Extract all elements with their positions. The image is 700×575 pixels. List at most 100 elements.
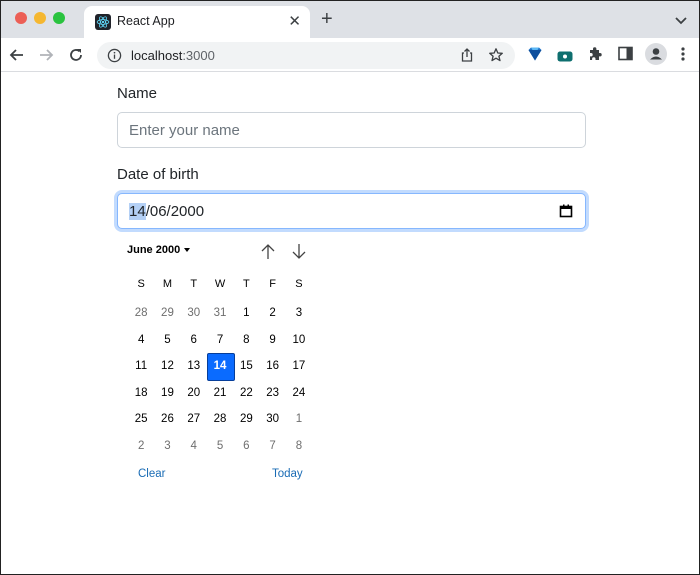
day-cell-selected[interactable]: 14 xyxy=(206,353,236,381)
day-number: 17 xyxy=(292,360,306,372)
day-cell[interactable]: 22 xyxy=(233,380,259,407)
today-button[interactable]: Today xyxy=(272,468,303,480)
day-number: 6 xyxy=(190,333,197,346)
day-cell[interactable]: 21 xyxy=(207,380,233,407)
day-cell[interactable]: 3 xyxy=(154,433,180,460)
day-cell[interactable]: 8 xyxy=(286,433,312,460)
tab-react-app[interactable]: React App ✕ xyxy=(84,6,310,38)
day-cell[interactable]: 2 xyxy=(259,300,285,327)
day-cell[interactable]: 25 xyxy=(128,406,154,433)
day-cell[interactable]: 15 xyxy=(233,353,259,380)
dob-day-segment[interactable]: 14 xyxy=(129,202,146,220)
day-cell[interactable]: 12 xyxy=(154,353,180,380)
next-month-arrow-down-icon[interactable] xyxy=(291,243,307,265)
url-port: :3000 xyxy=(182,48,215,63)
day-cell[interactable]: 27 xyxy=(181,406,207,433)
day-cell[interactable]: 4 xyxy=(181,433,207,460)
day-cell[interactable]: 29 xyxy=(233,406,259,433)
month-year-selector[interactable]: June 2000 xyxy=(127,244,191,256)
day-number: 1 xyxy=(295,413,303,425)
side-panel-icon[interactable] xyxy=(618,46,633,66)
day-cell[interactable]: 5 xyxy=(154,327,180,354)
day-number: 2 xyxy=(269,307,276,319)
day-cell[interactable]: 5 xyxy=(207,433,233,460)
day-cell[interactable]: 1 xyxy=(286,406,312,433)
day-number: 3 xyxy=(164,439,171,452)
site-info-icon[interactable] xyxy=(107,48,122,68)
forward-arrow-icon[interactable] xyxy=(37,46,55,64)
minimize-window-button[interactable] xyxy=(34,12,46,24)
day-number: 1 xyxy=(243,307,250,319)
address-bar[interactable]: localhost:3000 xyxy=(97,42,515,69)
day-cell[interactable]: 24 xyxy=(286,380,312,407)
day-cell[interactable]: 19 xyxy=(154,380,180,407)
weekday-label: S xyxy=(295,278,303,290)
month-year-label: June 2000 xyxy=(127,244,181,256)
day-cell[interactable]: 18 xyxy=(128,380,154,407)
day-number: 4 xyxy=(190,439,197,452)
day-cell[interactable]: 16 xyxy=(259,353,285,380)
day-cell[interactable]: 6 xyxy=(233,433,259,460)
browser-window: React App ✕ + localhost:3000 Name Enter … xyxy=(0,0,700,575)
back-arrow-icon[interactable] xyxy=(8,46,26,64)
day-number: 4 xyxy=(137,333,145,346)
day-cell[interactable]: 10 xyxy=(286,327,312,354)
dob-input[interactable]: 14/06/2000 xyxy=(117,193,586,229)
clear-button[interactable]: Clear xyxy=(138,468,165,480)
day-cell[interactable]: 31 xyxy=(207,300,233,327)
calendar-icon[interactable] xyxy=(559,204,573,222)
more-menu-icon[interactable] xyxy=(680,46,686,67)
day-number: 14 xyxy=(213,360,227,372)
day-number: 6 xyxy=(243,439,250,452)
day-cell[interactable]: 7 xyxy=(207,327,233,354)
profile-avatar-icon[interactable] xyxy=(645,43,667,70)
day-cell[interactable]: 20 xyxy=(181,380,207,407)
day-number: 29 xyxy=(239,413,253,425)
close-tab-icon[interactable]: ✕ xyxy=(288,12,301,30)
day-cell[interactable]: 23 xyxy=(259,380,285,407)
day-number: 5 xyxy=(216,439,224,452)
url-text[interactable]: localhost:3000 xyxy=(131,48,215,63)
puzzle-extensions-icon[interactable] xyxy=(587,46,603,67)
day-number: 18 xyxy=(134,386,148,399)
day-cell[interactable]: 28 xyxy=(207,406,233,433)
day-number: 11 xyxy=(135,360,148,372)
day-cell[interactable]: 30 xyxy=(259,406,285,433)
day-cell[interactable]: 28 xyxy=(128,300,154,327)
day-cell[interactable]: 13 xyxy=(181,353,207,380)
name-label: Name xyxy=(117,85,158,102)
day-cell[interactable]: 3 xyxy=(286,300,312,327)
day-cell[interactable]: 9 xyxy=(259,327,285,354)
weekday-label: T xyxy=(190,278,198,290)
weekday-label: S xyxy=(137,278,145,290)
url-host: localhost xyxy=(131,48,183,63)
close-window-button[interactable] xyxy=(15,12,27,24)
day-cell[interactable]: 29 xyxy=(154,300,180,327)
reload-icon[interactable] xyxy=(67,46,85,64)
day-cell[interactable]: 2 xyxy=(128,433,154,460)
day-cell[interactable]: 8 xyxy=(233,327,259,354)
maximize-window-button[interactable] xyxy=(53,12,65,24)
tab-search-chevron-icon[interactable] xyxy=(675,12,687,30)
name-input[interactable]: Enter your name xyxy=(117,112,586,148)
dob-month-year-segment[interactable]: /06/2000 xyxy=(146,203,204,220)
bookmark-star-icon[interactable] xyxy=(488,47,504,68)
day-cell[interactable]: 7 xyxy=(259,433,285,460)
share-icon[interactable] xyxy=(459,47,475,68)
day-number: 2 xyxy=(137,439,145,452)
day-grid: 28 29 30 31 1 2 3 4 5 6 7 8 9 10 11 12 13 14 15 16 17 18 19 20 2… xyxy=(128,300,312,459)
caret-down-icon xyxy=(184,248,191,253)
day-cell[interactable]: 4 xyxy=(128,327,154,354)
day-number: 9 xyxy=(269,333,276,346)
day-cell[interactable]: 17 xyxy=(286,353,312,380)
new-tab-button[interactable]: + xyxy=(321,9,333,29)
day-number: 19 xyxy=(161,386,174,399)
day-cell[interactable]: 1 xyxy=(233,300,259,327)
day-cell[interactable]: 6 xyxy=(181,327,207,354)
previous-month-arrow-up-icon[interactable] xyxy=(260,243,276,265)
gem-extension-icon[interactable] xyxy=(527,46,543,67)
day-cell[interactable]: 11 xyxy=(128,353,154,380)
day-cell[interactable]: 26 xyxy=(154,406,180,433)
day-cell[interactable]: 30 xyxy=(181,300,207,327)
screen-recorder-extension-icon[interactable] xyxy=(557,49,573,67)
